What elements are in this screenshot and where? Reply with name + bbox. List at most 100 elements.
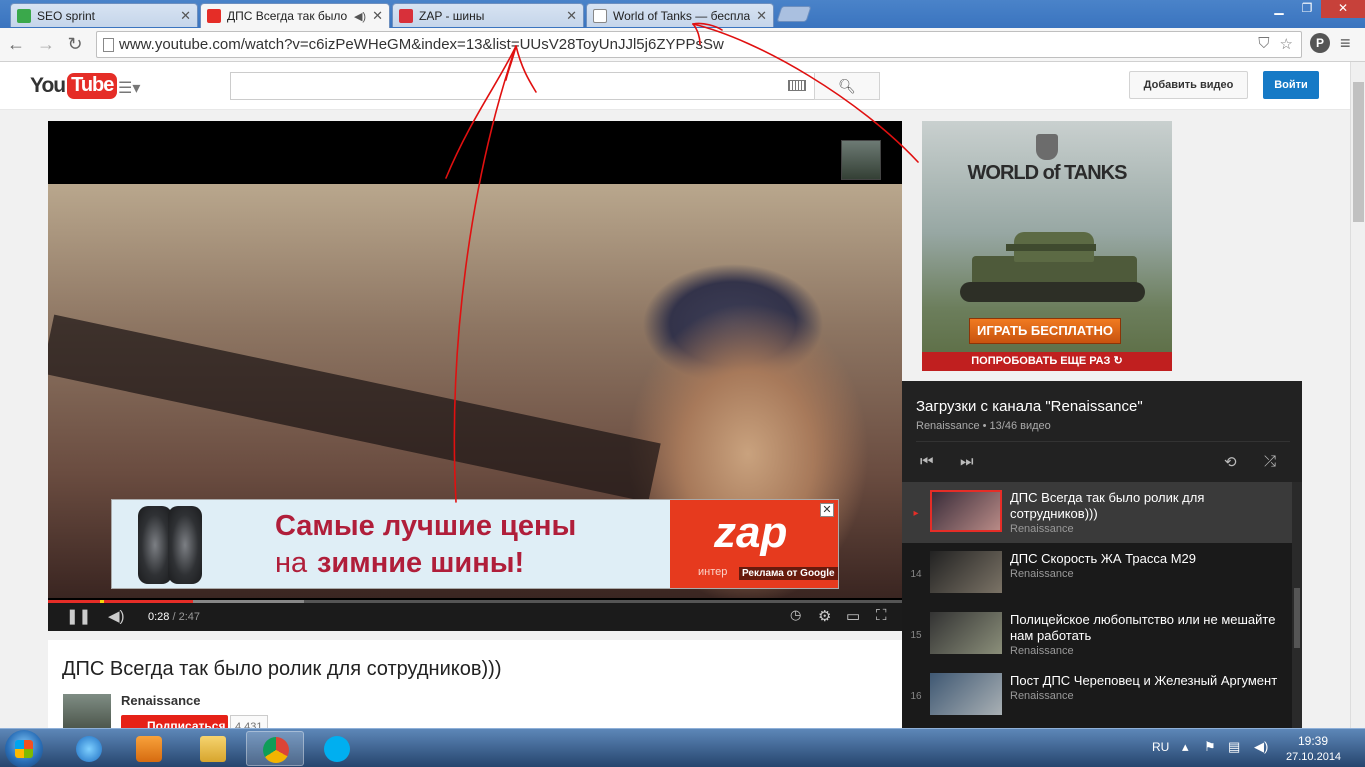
close-tab-icon[interactable]: ✕ <box>566 8 577 24</box>
forward-arrow-icon[interactable]: → <box>36 34 56 54</box>
wot-logo: WORLD of TANKS <box>967 162 1128 184</box>
page-scrollbar-thumb[interactable] <box>1353 82 1364 222</box>
windows-logo-icon <box>15 740 33 758</box>
shield-icon[interactable]: ⛉ <box>1258 35 1269 53</box>
youtube-logo[interactable]: You Tube <box>30 72 118 100</box>
channel-watermark[interactable] <box>841 140 881 180</box>
play-free-button[interactable]: ИГРАТЬ БЕСПЛАТНО <box>969 318 1121 344</box>
media-player-icon <box>136 736 162 762</box>
new-tab-button[interactable] <box>776 6 812 22</box>
pause-icon[interactable]: ❚❚ <box>66 607 91 625</box>
url-text: www.youtube.com/watch?v=c6izPeWHeGM&inde… <box>119 36 724 53</box>
taskbar-chrome[interactable] <box>246 731 304 766</box>
playlist-video-owner: Renaissance <box>1010 690 1074 702</box>
close-tab-icon[interactable]: ✕ <box>372 8 383 24</box>
address-bar[interactable]: www.youtube.com/watch?v=c6izPeWHeGM&inde… <box>96 31 1302 58</box>
clock-date[interactable]: 27.10.2014 <box>1286 751 1341 763</box>
zap-favicon-icon <box>399 8 413 23</box>
close-window-icon[interactable]: ✕ <box>1321 0 1365 18</box>
window-controls: ▁ ❐ ✕ <box>1265 0 1365 18</box>
ads-by-google-label[interactable]: Реклама от Google <box>739 567 838 580</box>
volume-tray-icon[interactable]: ◀) <box>1254 739 1268 755</box>
taskbar-internet-explorer[interactable] <box>60 731 118 766</box>
tank-image <box>942 226 1152 306</box>
tab-title: SEO sprint <box>37 8 96 23</box>
reload-icon[interactable]: ↻ <box>65 34 85 54</box>
taskbar-skype[interactable] <box>308 731 366 766</box>
close-ad-icon[interactable]: ✕ <box>820 503 834 517</box>
search-button[interactable]: 🔍︎ <box>814 72 880 100</box>
playlist-title[interactable]: Загрузки с канала "Renaissance" <box>916 398 1143 415</box>
tab-youtube-video[interactable]: ДПС Всегда так было ◀) ✕ <box>200 3 390 28</box>
language-indicator[interactable]: RU <box>1152 740 1169 754</box>
playlist-subtitle: Renaissance • 13/46 видео <box>916 420 1051 432</box>
previous-icon[interactable]: ⏮ <box>920 453 934 470</box>
keyboard-icon[interactable] <box>788 80 806 91</box>
network-icon[interactable]: ⚑ <box>1204 739 1216 755</box>
now-playing-icon: ▸ <box>913 508 919 519</box>
avatar[interactable] <box>63 694 111 728</box>
extension-p-icon[interactable]: P <box>1310 33 1330 53</box>
back-arrow-icon[interactable]: ← <box>6 34 26 54</box>
folder-icon <box>200 736 226 762</box>
video-player[interactable]: Самые лучшие цены на зимние шины! zap ин… <box>48 121 902 631</box>
minimize-icon[interactable]: ▁ <box>1265 0 1293 18</box>
video-title: ДПС Всегда так было ролик для сотруднико… <box>62 658 502 680</box>
bookmark-star-icon[interactable]: ☆ <box>1280 35 1293 53</box>
theater-mode-icon[interactable]: ▭ <box>846 607 860 625</box>
list-item[interactable]: 16 Пост ДПС Череповец и Железный Аргумен… <box>902 665 1292 726</box>
settings-gear-icon[interactable]: ⚙ <box>818 607 831 625</box>
masthead: You Tube ☰▾ 🔍︎ Добавить видео Войти <box>0 62 1350 110</box>
close-tab-icon[interactable]: ✕ <box>180 8 191 24</box>
page-scrollbar[interactable] <box>1350 62 1365 728</box>
item-index: 14 <box>910 569 922 580</box>
search-input[interactable] <box>230 72 815 100</box>
tab-seo-sprint[interactable]: SEO sprint ✕ <box>10 3 198 27</box>
duration: / 2:47 <box>172 611 201 623</box>
divider <box>916 441 1290 442</box>
taskbar-explorer[interactable] <box>184 731 242 766</box>
watch-later-icon[interactable]: ◷ <box>790 607 801 623</box>
guide-menu-icon[interactable]: ☰▾ <box>118 78 140 98</box>
list-item[interactable]: ▸ ДПС Всегда так было ролик для сотрудни… <box>902 482 1292 543</box>
world-of-tanks-ad[interactable]: WORLD of TANKS ИГРАТЬ БЕСПЛАТНО ПОПРОБОВ… <box>922 121 1172 371</box>
sign-in-button[interactable]: Войти <box>1263 71 1319 99</box>
video-thumbnail <box>930 612 1002 654</box>
playlist-scrollbar-thumb[interactable] <box>1294 588 1300 648</box>
start-button[interactable] <box>5 730 43 767</box>
item-index: 15 <box>910 630 922 641</box>
ad-subline-prefix: на <box>275 547 308 579</box>
action-center-icon[interactable]: ▤ <box>1228 739 1240 755</box>
fullscreen-icon[interactable]: ⛶ <box>876 607 887 624</box>
player-controls: ❚❚ ◀) 0:28 / 2:47 ◷ ⚙ ▭ ⛶ <box>48 603 902 631</box>
tab-title: World of Tanks — беспла <box>613 8 751 23</box>
windows-taskbar: RU ▴ ⚑ ▤ ◀) 19:39 27.10.2014 <box>0 728 1365 767</box>
list-item[interactable]: 15 Полицейское любопытство или не мешайт… <box>902 604 1292 665</box>
channel-name[interactable]: Renaissance <box>121 693 201 708</box>
volume-icon[interactable]: ◀) <box>108 607 125 625</box>
tab-world-of-tanks[interactable]: World of Tanks — беспла ✕ <box>586 3 774 27</box>
taskbar-media-player[interactable] <box>120 731 178 766</box>
playlist-video-owner: Renaissance <box>1010 568 1074 580</box>
loop-icon[interactable]: ⟲ <box>1224 453 1237 471</box>
chrome-menu-icon[interactable]: ≡ <box>1340 34 1356 54</box>
video-thumbnail <box>930 490 1002 532</box>
page-icon <box>103 38 114 52</box>
list-item[interactable]: 14 ДПС Скорость ЖА Трасса М29 Renaissanc… <box>902 543 1292 604</box>
close-tab-icon[interactable]: ✕ <box>756 8 767 24</box>
tab-zap[interactable]: ZAP - шины ✕ <box>392 3 584 27</box>
try-again-link[interactable]: ПОПРОБОВАТЬ ЕЩЕ РАЗ ↻ <box>922 352 1172 371</box>
search-icon: 🔍︎ <box>838 78 856 94</box>
tab-title: ДПС Всегда так было <box>227 9 348 23</box>
overlay-ad-banner[interactable]: Самые лучшие цены на зимние шины! zap ин… <box>111 499 839 589</box>
shuffle-icon[interactable]: ⤮ <box>1264 453 1276 470</box>
omnibox-actions: ⛉ ☆ <box>1258 35 1293 53</box>
next-icon[interactable]: ⏭ <box>960 453 974 470</box>
video-blur <box>48 314 661 503</box>
subscribe-button[interactable]: Подписаться <box>121 715 228 728</box>
clock-time[interactable]: 19:39 <box>1298 734 1328 748</box>
upload-video-button[interactable]: Добавить видео <box>1129 71 1248 99</box>
youtube-favicon-icon <box>207 9 221 23</box>
show-hidden-icons-icon[interactable]: ▴ <box>1182 739 1189 755</box>
restore-icon[interactable]: ❐ <box>1293 0 1321 18</box>
